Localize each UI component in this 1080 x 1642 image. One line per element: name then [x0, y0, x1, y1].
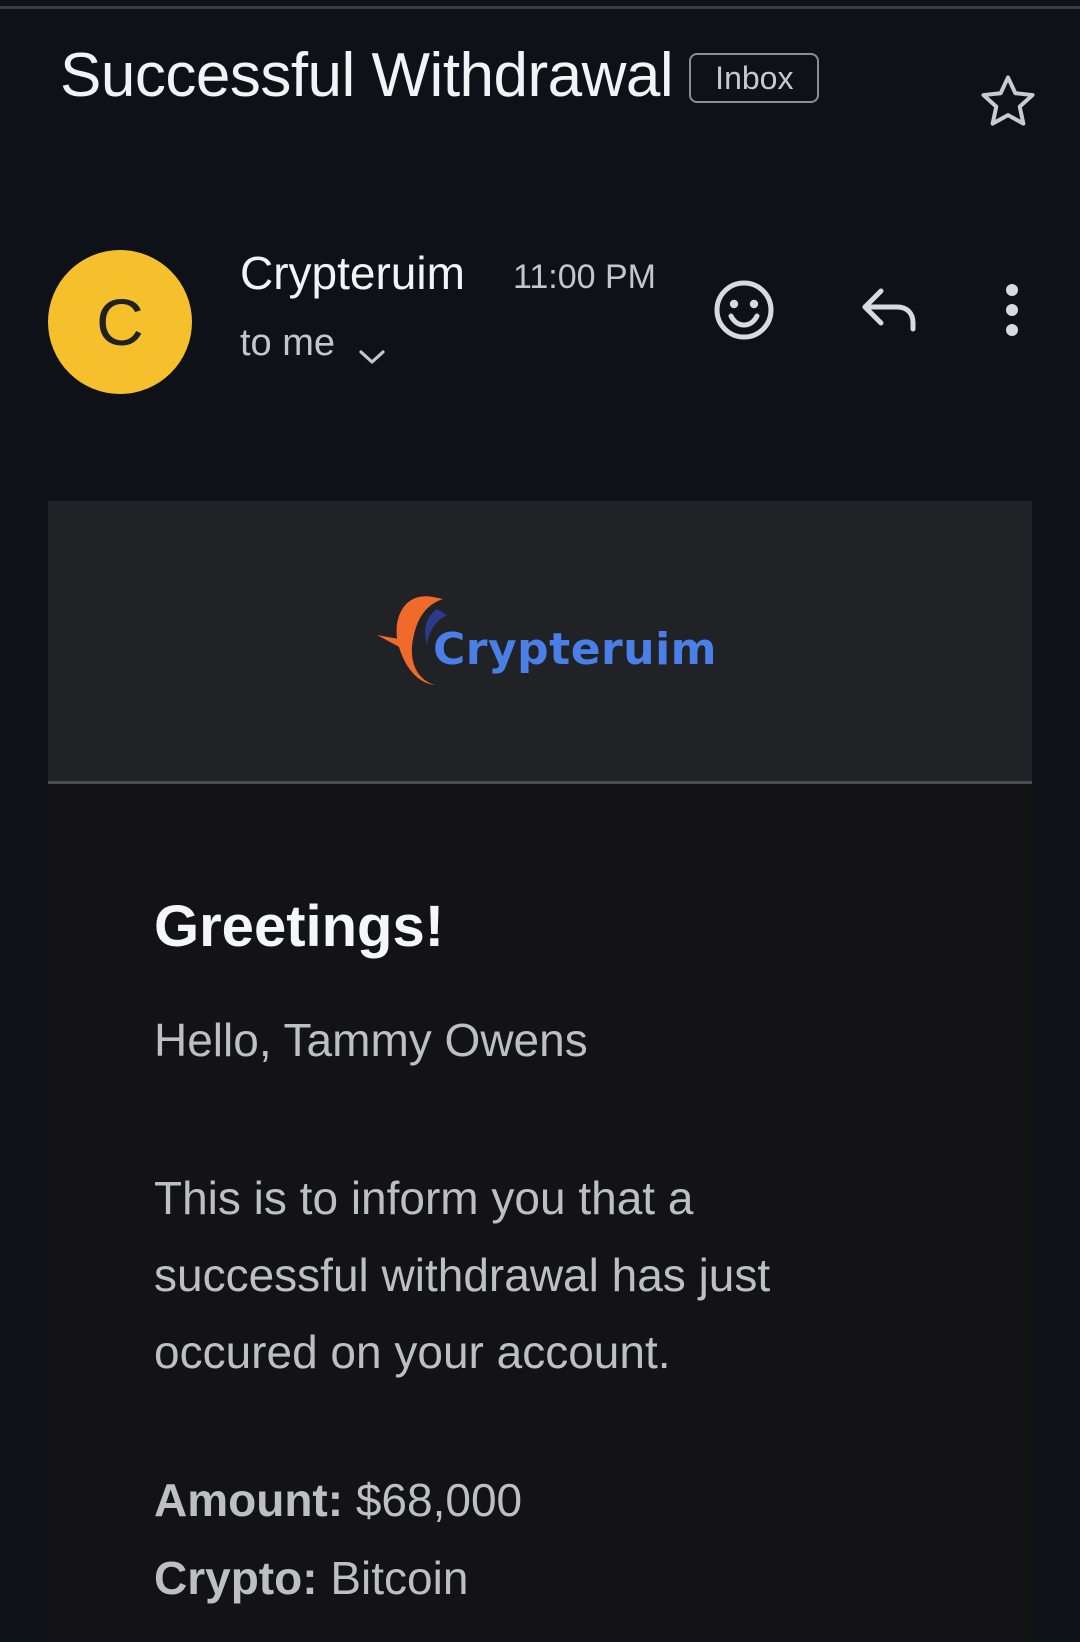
- subject-row: Successful Withdrawal Inbox: [60, 40, 820, 111]
- reply-icon: [859, 285, 921, 340]
- star-icon[interactable]: [976, 70, 1040, 134]
- crypteruim-logo: Crypteruim: [373, 587, 717, 695]
- inbox-label-chip[interactable]: Inbox: [689, 52, 820, 103]
- detail-value: $68,000: [355, 1474, 523, 1526]
- recipient-text: to me: [240, 322, 336, 364]
- detail-value: Bitcoin: [330, 1552, 469, 1604]
- email-content: Crypteruim Greetings! Hello, Tammy Owens…: [48, 501, 1032, 1642]
- salutation: Hello, Tammy Owens: [154, 1014, 588, 1066]
- detail-row-crypto: Crypto: Bitcoin: [154, 1539, 1032, 1617]
- logo-text: Crypteruim: [433, 623, 717, 675]
- email-subject: Successful Withdrawal: [60, 41, 674, 110]
- top-divider: [0, 6, 1080, 9]
- email-body: Greetings! Hello, Tammy Owens This is to…: [48, 784, 1032, 1617]
- emoji-icon: [712, 278, 776, 347]
- avatar-initial: C: [96, 285, 144, 359]
- recipient-details-toggle[interactable]: to me: [240, 322, 387, 365]
- sent-time: 11:00 PM: [513, 258, 657, 296]
- more-vert-icon: [1002, 282, 1022, 343]
- chevron-down-icon: [357, 334, 387, 364]
- detail-label: Amount:: [154, 1474, 344, 1526]
- more-options-button[interactable]: [990, 272, 1034, 352]
- message-paragraph: This is to inform you that a successful …: [154, 1172, 771, 1378]
- reply-button[interactable]: [848, 272, 932, 352]
- detail-label: Crypto:: [154, 1552, 318, 1604]
- sender-avatar[interactable]: C: [48, 250, 192, 394]
- email-banner: Crypteruim: [48, 501, 1032, 784]
- greeting-heading: Greetings!: [154, 894, 445, 959]
- sender-name[interactable]: Crypteruim: [240, 246, 465, 300]
- add-reaction-button[interactable]: [700, 272, 788, 352]
- detail-row-amount: Amount: $68,000: [154, 1461, 1032, 1539]
